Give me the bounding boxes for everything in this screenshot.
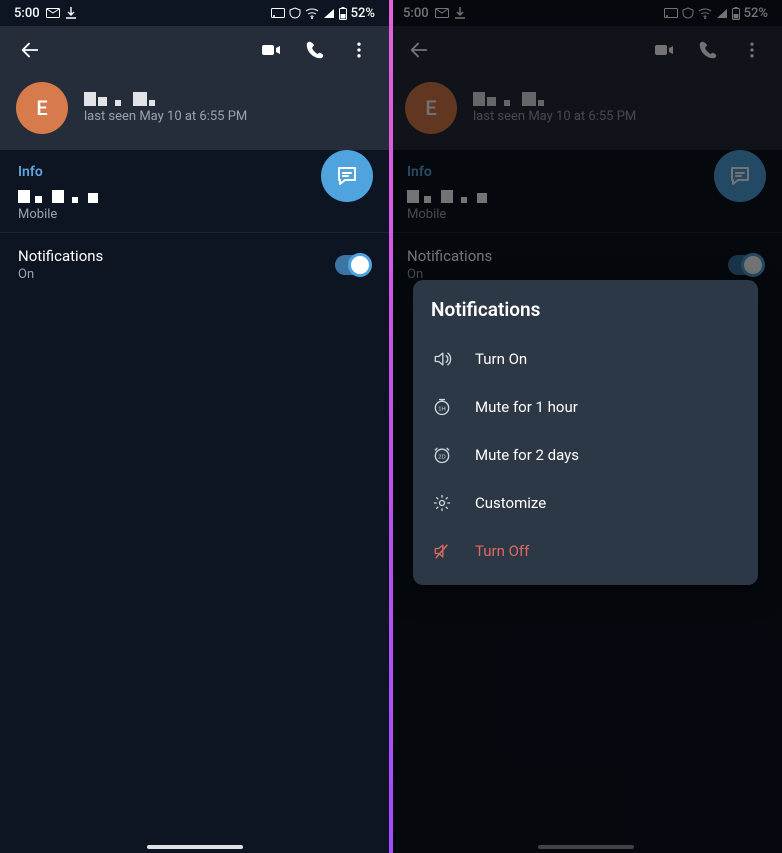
signal-icon [323, 8, 335, 19]
voice-call-button[interactable] [293, 28, 337, 72]
message-fab[interactable] [321, 150, 373, 202]
battery-percent: 52% [351, 6, 375, 21]
gear-icon [431, 493, 453, 513]
popup-item-mute-2d[interactable]: 2D Mute for 2 days [431, 431, 740, 479]
popup-item-turn-on[interactable]: Turn On [431, 335, 740, 383]
video-call-button[interactable] [249, 28, 293, 72]
phone-number-row[interactable]: Mobile [18, 190, 371, 222]
avatar-letter: E [36, 96, 47, 120]
status-time: 5:00 [14, 6, 40, 21]
download-icon [66, 7, 76, 19]
contact-name [84, 92, 247, 106]
popup-item-label: Mute for 1 hour [475, 398, 578, 416]
wifi-icon [305, 8, 319, 19]
clock-1h-icon: 1H [431, 397, 453, 417]
svg-text:2D: 2D [438, 454, 445, 460]
phone-screen-right: 5:00 52% E [389, 0, 782, 853]
sound-off-icon [431, 541, 453, 561]
contact-header: E last seen May 10 at 6:55 PM [0, 74, 389, 150]
redacted-name [84, 92, 155, 106]
phone-screen-left: 5:00 52% [0, 0, 389, 853]
popup-item-label: Mute for 2 days [475, 446, 579, 464]
notifications-status: On [18, 267, 103, 282]
back-button[interactable] [8, 28, 52, 72]
popup-item-turn-off[interactable]: Turn Off [431, 527, 740, 575]
clock-2d-icon: 2D [431, 445, 453, 465]
popup-item-label: Turn On [475, 350, 527, 368]
sound-on-icon [431, 349, 453, 369]
popup-item-customize[interactable]: Customize [431, 479, 740, 527]
status-bar: 5:00 52% [0, 0, 389, 26]
cast-icon [271, 8, 285, 19]
notifications-toggle[interactable] [335, 255, 371, 275]
info-section-title: Info [18, 164, 371, 180]
phone-type-label: Mobile [18, 207, 371, 222]
popup-item-mute-1h[interactable]: 1H Mute for 1 hour [431, 383, 740, 431]
more-menu-button[interactable] [337, 28, 381, 72]
popup-item-label: Customize [475, 494, 546, 512]
last-seen-text: last seen May 10 at 6:55 PM [84, 109, 247, 124]
popup-item-label: Turn Off [475, 542, 529, 560]
notifications-row[interactable]: Notifications On [0, 233, 389, 296]
comparison-divider [389, 0, 393, 853]
svg-text:1H: 1H [438, 406, 445, 412]
redacted-phone [18, 190, 371, 203]
notifications-popup: Notifications Turn On 1H Mute for 1 hour… [413, 280, 758, 585]
popup-title: Notifications [431, 294, 740, 325]
app-toolbar [0, 26, 389, 74]
notifications-title: Notifications [18, 247, 103, 265]
mail-icon [46, 8, 60, 18]
avatar[interactable]: E [16, 82, 68, 134]
nav-handle[interactable] [147, 845, 243, 849]
battery-icon [339, 7, 347, 20]
vpn-icon [289, 7, 301, 19]
